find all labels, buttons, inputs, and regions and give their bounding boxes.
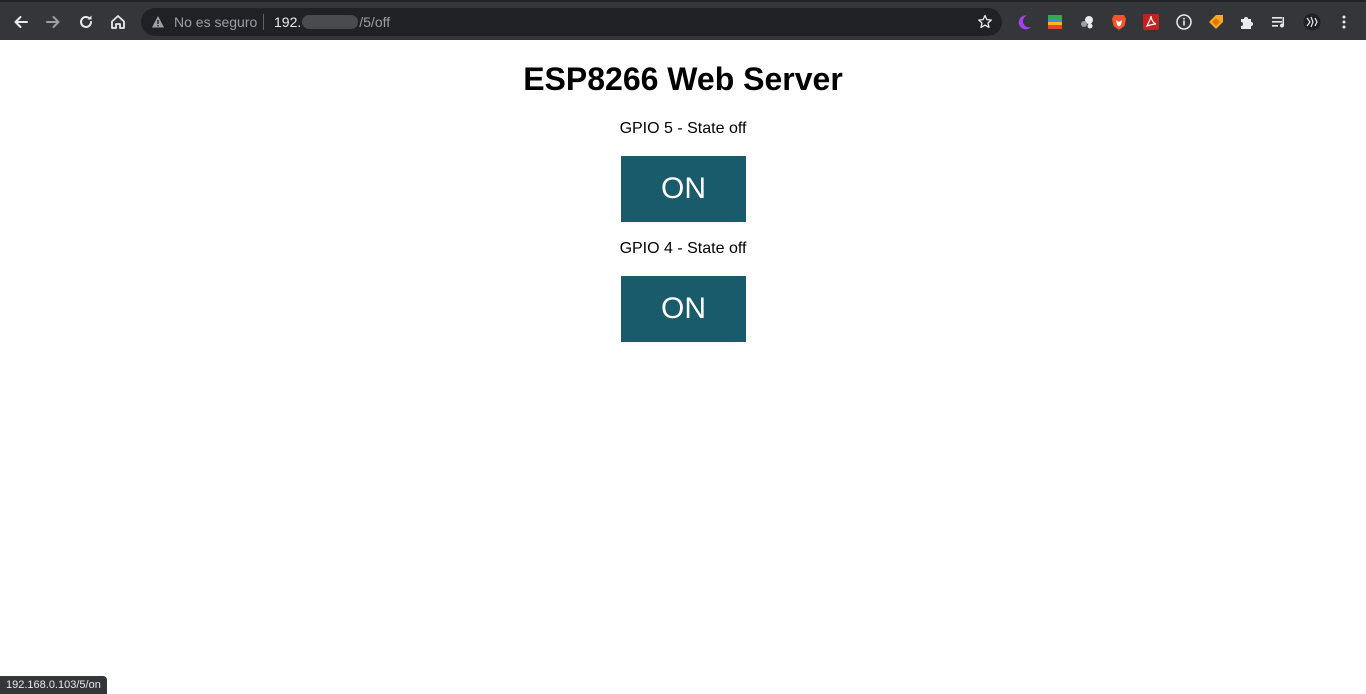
puzzle-icon[interactable] — [1238, 13, 1256, 31]
dark-mode-moon-icon[interactable] — [1015, 13, 1033, 31]
star-icon — [978, 14, 992, 29]
browser-toolbar: No es seguro 192. /5/off — [0, 0, 1366, 40]
omnibox-divider — [263, 14, 264, 30]
home-button[interactable] — [104, 8, 132, 36]
profile-avatar-icon[interactable] — [1303, 13, 1321, 31]
redacted-url-segment — [302, 15, 359, 29]
back-arrow-icon — [14, 16, 28, 28]
color-stack-icon[interactable] — [1046, 13, 1064, 31]
url-host: 192. — [274, 14, 302, 30]
reload-icon — [80, 15, 92, 28]
forward-button[interactable] — [39, 8, 67, 36]
dots-icon[interactable] — [1078, 13, 1096, 31]
web-page: ESP8266 Web Server GPIO 5 - State off ON… — [0, 40, 1366, 694]
url-text[interactable]: 192. /5/off — [274, 14, 390, 30]
pdf-icon[interactable] — [1142, 13, 1160, 31]
media-queue-icon[interactable] — [1270, 13, 1288, 31]
warning-icon[interactable] — [150, 14, 166, 30]
link-status-bubble: 192.168.0.103/5/on — [0, 676, 107, 694]
back-button[interactable] — [7, 8, 35, 36]
info-circle-icon[interactable] — [1175, 13, 1193, 31]
menu-kebab-icon[interactable] — [1335, 13, 1353, 31]
reload-button[interactable] — [72, 8, 100, 36]
bookmark-star-button[interactable] — [976, 13, 994, 31]
home-icon — [111, 15, 125, 29]
security-label[interactable]: No es seguro — [174, 14, 257, 30]
forward-arrow-icon — [46, 16, 60, 28]
gpio5-on-button[interactable]: ON — [621, 156, 746, 222]
tag-icon[interactable] — [1207, 13, 1225, 31]
page-title: ESP8266 Web Server — [523, 61, 843, 97]
url-path: /5/off — [359, 14, 391, 30]
brave-lion-icon[interactable] — [1110, 13, 1128, 31]
gpio4-on-button[interactable]: ON — [621, 276, 746, 342]
gpio4-state-label: GPIO 4 - State off — [619, 240, 747, 257]
gpio5-state-label: GPIO 5 - State off — [619, 120, 747, 137]
address-bar[interactable]: No es seguro 192. /5/off — [141, 8, 1002, 36]
